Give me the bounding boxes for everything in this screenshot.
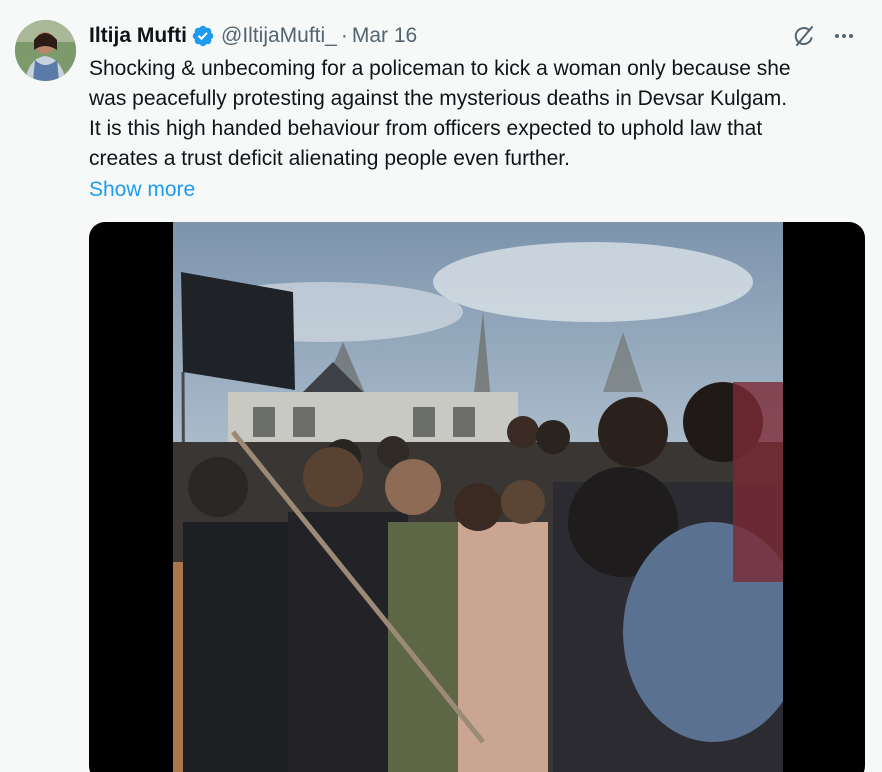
avatar-photo (15, 20, 76, 81)
more-options-icon[interactable] (826, 18, 862, 54)
grok-icon[interactable] (786, 18, 822, 54)
tweet-header: Iltija Mufti @IltijaMufti_ · Mar 16 (89, 20, 862, 52)
video-frame (173, 222, 783, 772)
separator-dot: · (340, 24, 348, 47)
video-still-image (173, 222, 783, 772)
author-avatar[interactable] (15, 20, 76, 81)
tweet[interactable]: Iltija Mufti @IltijaMufti_ · Mar 16 Shoc… (0, 0, 882, 772)
tweet-content: Iltija Mufti @IltijaMufti_ · Mar 16 Shoc… (89, 20, 862, 206)
author-name[interactable]: Iltija Mufti (89, 20, 187, 52)
verified-badge-icon (191, 24, 215, 48)
author-handle[interactable]: @IltijaMufti_ (221, 20, 337, 52)
tweet-date[interactable]: Mar 16 (352, 20, 417, 52)
show-more-link[interactable]: Show more (89, 174, 195, 206)
tweet-text: Shocking & unbecoming for a policeman to… (89, 57, 791, 170)
tweet-video[interactable] (89, 222, 865, 772)
